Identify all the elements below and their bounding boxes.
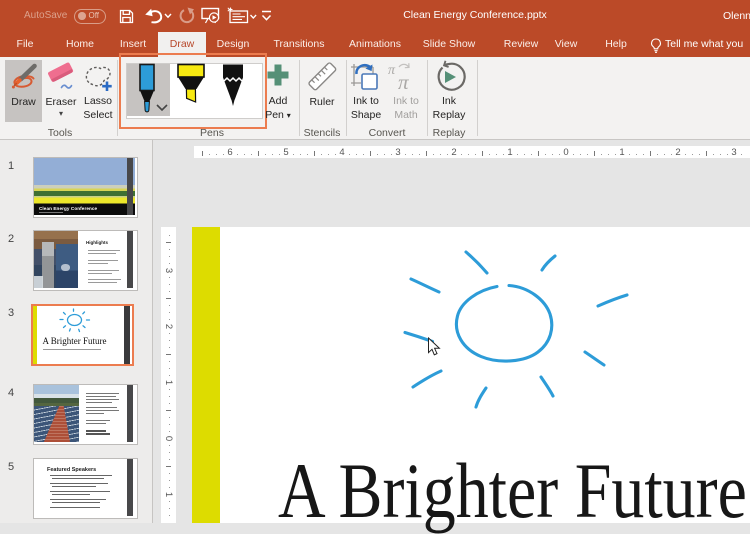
- svg-text:π: π: [388, 63, 396, 78]
- svg-text:π: π: [398, 70, 409, 94]
